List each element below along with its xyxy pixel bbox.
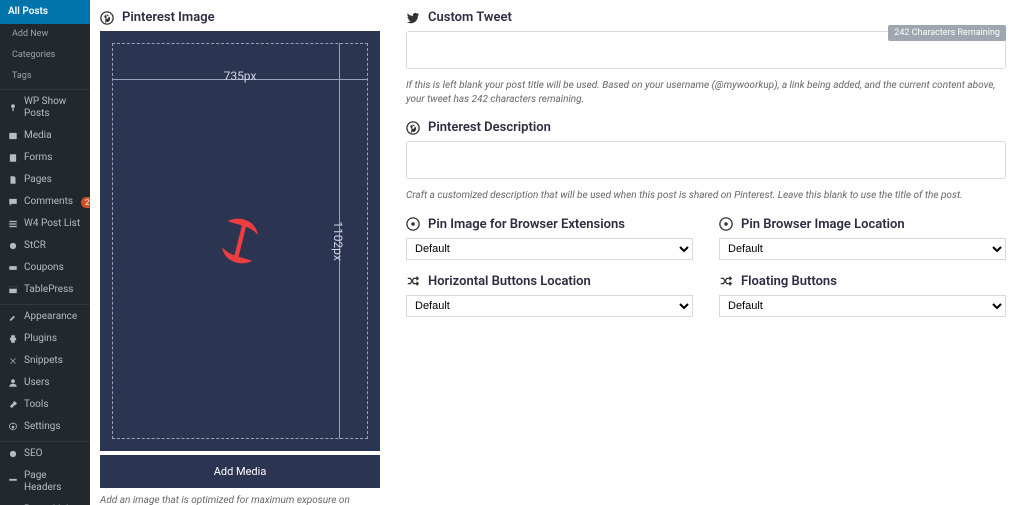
- sidebar-label: Appearance: [24, 311, 77, 323]
- sidebar-item-seo[interactable]: SEO: [0, 441, 90, 465]
- sidebar-item-forms[interactable]: Forms: [0, 147, 90, 169]
- sidebar-label: Tools: [24, 399, 48, 411]
- sidebar-item-tools[interactable]: Tools: [0, 394, 90, 416]
- hbtn-select[interactable]: Default: [406, 295, 693, 317]
- pin-ext-select[interactable]: Default: [406, 238, 693, 260]
- sidebar-label: Media: [24, 130, 52, 142]
- sidebar-label: W4 Post List: [24, 218, 80, 230]
- sidebar-item-pages[interactable]: Pages: [0, 169, 90, 191]
- sidebar-item-appearance[interactable]: Appearance: [0, 304, 90, 328]
- height-label: 1102px: [331, 221, 345, 261]
- snippets-icon: [8, 356, 18, 366]
- tools-icon: [8, 400, 18, 410]
- sidebar-item-pretty-links[interactable]: Pretty Links: [0, 499, 90, 505]
- twitter-icon: [406, 11, 420, 25]
- sidebar-label: WP Show Posts: [24, 96, 82, 120]
- coupons-icon: [8, 263, 18, 273]
- sidebar-label: TablePress: [24, 284, 73, 296]
- sidebar-label: Comments: [24, 196, 73, 208]
- pinterest-icon: [719, 217, 733, 231]
- section-label: Pin Browser Image Location: [741, 217, 905, 232]
- sidebar-item-page-headers[interactable]: Page Headers: [0, 465, 90, 499]
- sidebar-item-settings[interactable]: Settings: [0, 416, 90, 438]
- list-icon: [8, 219, 18, 229]
- sidebar-item-wp-show-posts[interactable]: WP Show Posts: [0, 89, 90, 125]
- sidebar-label: Forms: [24, 152, 52, 164]
- seo-icon: [8, 449, 18, 459]
- sidebar-label: Settings: [24, 421, 61, 433]
- sidebar-item-tags[interactable]: Tags: [0, 66, 90, 87]
- pinterest-desc-help: Craft a customized description that will…: [406, 189, 1006, 203]
- headers-icon: [8, 477, 18, 487]
- sidebar-item-users[interactable]: Users: [0, 372, 90, 394]
- sidebar-item-comments[interactable]: Comments 290: [0, 191, 90, 213]
- comments-icon: [8, 197, 18, 207]
- admin-sidebar: All Posts Add New Categories Tags WP Sho…: [0, 0, 90, 505]
- sidebar-item-add-new[interactable]: Add New: [0, 24, 90, 45]
- pinterest-image-preview[interactable]: 735px 1102px: [100, 31, 380, 451]
- plugins-icon: [8, 334, 18, 344]
- main-content: Pinterest Image 735px 1102px Add Media A…: [90, 0, 1024, 505]
- stcr-icon: [8, 241, 18, 251]
- button-label: Add Media: [214, 465, 267, 478]
- sidebar-label: Categories: [12, 50, 55, 61]
- pin-ext-title: Pin Image for Browser Extensions: [406, 217, 693, 232]
- pinterest-icon: [100, 11, 114, 25]
- pin-loc-title: Pin Browser Image Location: [719, 217, 1006, 232]
- sidebar-item-all-posts[interactable]: All Posts: [0, 0, 90, 24]
- sidebar-label: Users: [24, 377, 50, 389]
- sidebar-item-stcr[interactable]: StCR: [0, 235, 90, 257]
- sidebar-label: Pages: [24, 174, 52, 186]
- sidebar-label: Tags: [12, 71, 31, 82]
- media-icon: [8, 131, 18, 141]
- shuffle-icon: [719, 274, 733, 288]
- table-icon: [8, 285, 18, 295]
- add-media-button[interactable]: Add Media: [100, 455, 380, 488]
- section-label: Floating Buttons: [741, 274, 837, 289]
- sidebar-item-coupons[interactable]: Coupons: [0, 257, 90, 279]
- comments-count-badge: 290: [81, 197, 90, 208]
- section-label: Horizontal Buttons Location: [428, 274, 591, 289]
- sidebar-item-tablepress[interactable]: TablePress: [0, 279, 90, 301]
- preview-bounds: [112, 43, 368, 439]
- sidebar-label: Page Headers: [24, 470, 82, 494]
- custom-tweet-help: If this is left blank your post title wi…: [406, 79, 1006, 106]
- pinterest-icon: [406, 121, 420, 135]
- sidebar-label: Plugins: [24, 333, 57, 345]
- pinterest-desc-title: Pinterest Description: [406, 120, 1006, 135]
- sidebar-label: Coupons: [24, 262, 64, 274]
- sidebar-label: All Posts: [8, 6, 48, 18]
- sidebar-label: SEO: [24, 448, 43, 460]
- users-icon: [8, 378, 18, 388]
- appearance-icon: [8, 312, 18, 322]
- settings-icon: [8, 422, 18, 432]
- pin-loc-select[interactable]: Default: [719, 238, 1006, 260]
- sidebar-item-media[interactable]: Media: [0, 125, 90, 147]
- section-label: Custom Tweet: [428, 10, 512, 25]
- pin-icon: [8, 103, 18, 113]
- pinterest-icon: [406, 217, 420, 231]
- sidebar-label: Add New: [12, 29, 48, 40]
- characters-remaining-badge: 242 Characters Remaining: [888, 25, 1006, 41]
- pinterest-image-title: Pinterest Image: [100, 10, 380, 25]
- pinterest-desc-input[interactable]: [406, 141, 1006, 179]
- hbtn-title: Horizontal Buttons Location: [406, 274, 693, 289]
- width-label: 735px: [224, 69, 257, 83]
- fbtn-select[interactable]: Default: [719, 295, 1006, 317]
- sidebar-label: StCR: [24, 240, 46, 252]
- shuffle-icon: [406, 274, 420, 288]
- sidebar-item-plugins[interactable]: Plugins: [0, 328, 90, 350]
- custom-tweet-title: Custom Tweet: [406, 10, 1006, 25]
- section-label: Pinterest Description: [428, 120, 551, 135]
- sidebar-label: Snippets: [24, 355, 63, 367]
- pinterest-image-help: Add an image that is optimized for maxim…: [100, 494, 380, 505]
- sidebar-item-categories[interactable]: Categories: [0, 45, 90, 66]
- pages-icon: [8, 175, 18, 185]
- fbtn-title: Floating Buttons: [719, 274, 1006, 289]
- sidebar-item-w4-post-list[interactable]: W4 Post List: [0, 213, 90, 235]
- section-label: Pin Image for Browser Extensions: [428, 217, 625, 232]
- forms-icon: [8, 153, 18, 163]
- section-label: Pinterest Image: [122, 10, 215, 25]
- sidebar-item-snippets[interactable]: Snippets: [0, 350, 90, 372]
